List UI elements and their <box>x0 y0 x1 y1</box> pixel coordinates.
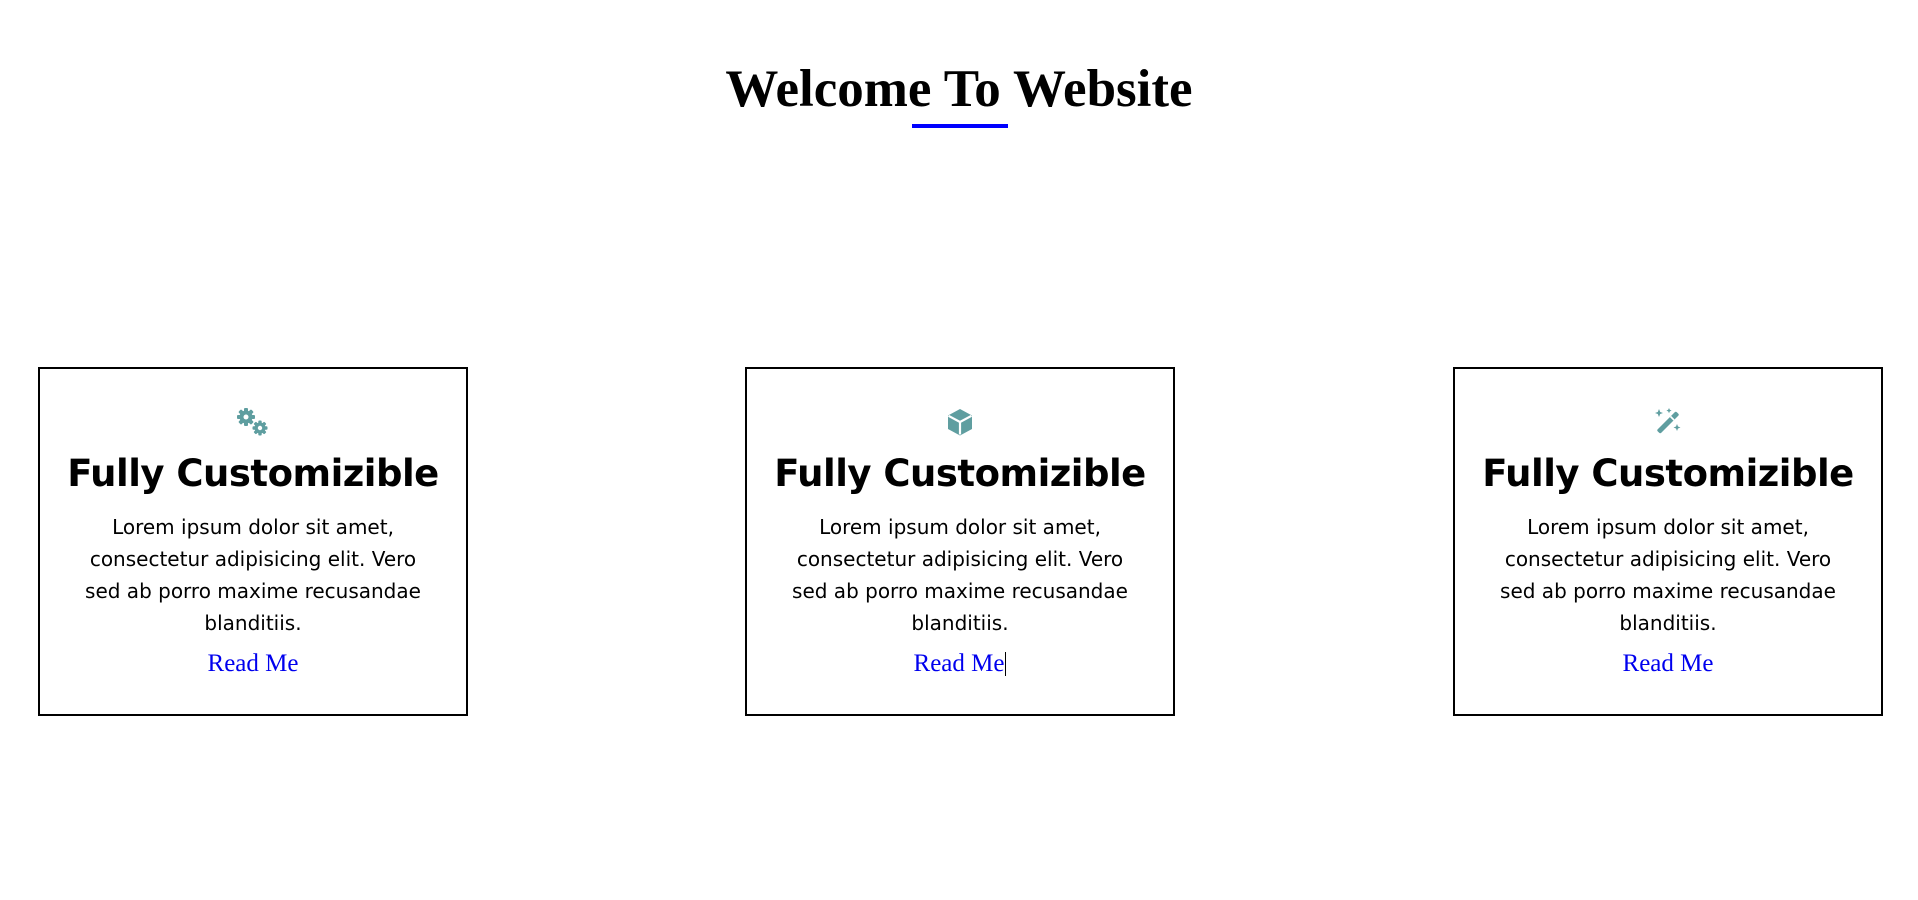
read-me-link[interactable]: Read Me <box>1455 648 1881 680</box>
card-description: Lorem ipsum dolor sit amet, consectetur … <box>85 515 421 635</box>
card-description: Lorem ipsum dolor sit amet, consectetur … <box>1500 515 1836 635</box>
gears-icon <box>40 407 466 437</box>
feature-card: Fully Customizible Lorem ipsum dolor sit… <box>1453 367 1883 716</box>
page-title: Welcome To Website <box>725 60 1193 118</box>
card-heading: Fully Customizible <box>67 452 439 495</box>
card-description: Lorem ipsum dolor sit amet, consectetur … <box>792 515 1128 635</box>
read-me-link[interactable]: Read Me <box>40 648 466 680</box>
feature-card: Fully Customizible Lorem ipsum dolor sit… <box>38 367 468 716</box>
read-me-link[interactable]: Read Me <box>747 648 1173 680</box>
magic-wand-icon <box>1455 407 1881 437</box>
card-heading: Fully Customizible <box>1482 452 1854 495</box>
card-heading: Fully Customizible <box>774 452 1146 495</box>
read-me-label: Read Me <box>913 650 1005 677</box>
feature-card: Fully Customizible Lorem ipsum dolor sit… <box>745 367 1175 716</box>
cube-icon <box>747 407 1173 437</box>
title-underline <box>912 124 1008 128</box>
text-cursor <box>1005 652 1007 676</box>
